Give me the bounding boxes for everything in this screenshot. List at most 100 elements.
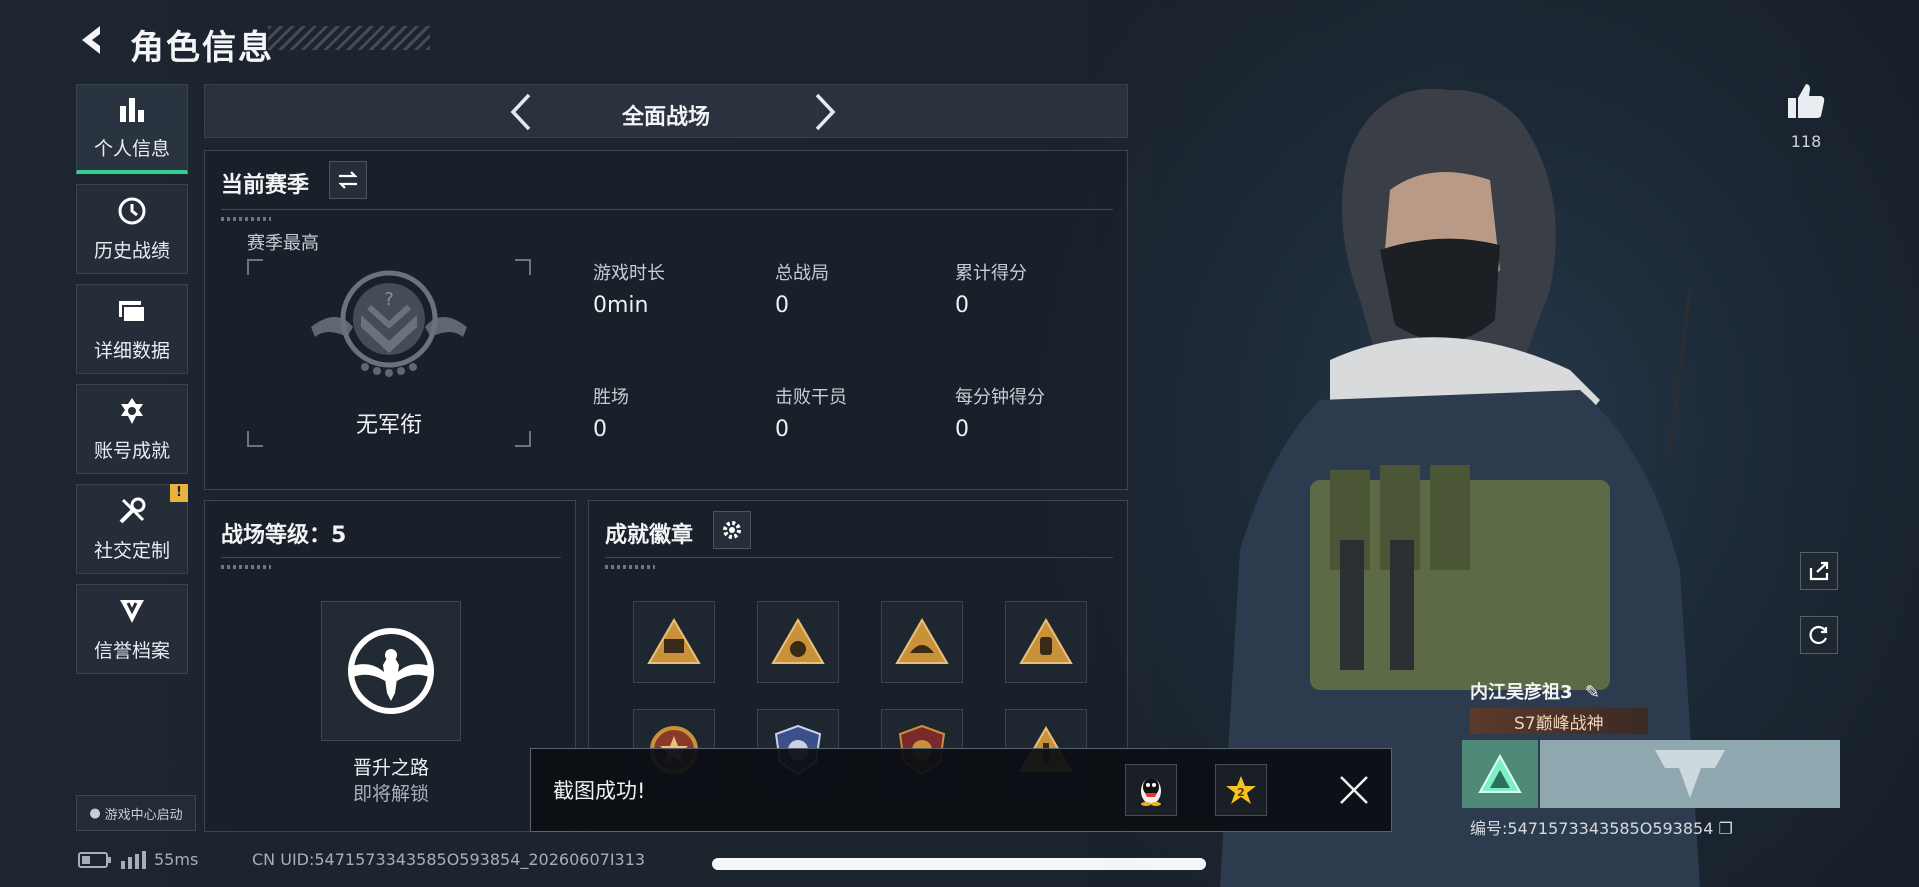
team-emblem-icon [1655,750,1725,798]
stat-value: 0 [955,417,969,442]
divider-dots [221,565,271,569]
rank-frame: ? 无军衔 [247,259,531,447]
achievement-badge[interactable] [633,601,715,683]
thumbs-up-icon[interactable] [1785,80,1827,122]
sidebar-item-social-custom[interactable]: ! 社交定制 [76,484,188,574]
mode-title: 全面战场 [621,105,710,130]
gear-icon [723,521,741,539]
player-title-text: S7巅峰战神 [1514,713,1604,734]
ping-value: 55ms [154,850,199,869]
promotion-path-card[interactable] [321,601,461,741]
game-center-label: 游戏中心启动 [104,807,183,823]
stat-value: 0 [775,417,789,442]
share-profile-button[interactable] [1800,552,1838,590]
sidebar-item-credit-record[interactable]: 信誉档案 [76,584,188,674]
close-icon[interactable] [1337,773,1371,807]
sidebar-item-label: 详细数据 [93,339,170,362]
promotion-path-status: 即将解锁 [352,783,429,805]
rank-emblem-icon: ? [311,270,467,377]
svg-text:2: 2 [1237,786,1245,799]
player-name[interactable]: 内江吴彦祖3 ✎ [1470,678,1600,704]
sidebar-item-label: 历史战绩 [93,239,170,262]
share-icon [1809,561,1829,581]
divider [605,557,1113,558]
stat-value: 0 [593,417,607,442]
eagle-emblem-icon [348,628,434,714]
player-title-tag: S7巅峰战神 [1470,708,1648,734]
like-count: 118 [1790,132,1822,151]
promotion-path-title: 晋升之路 [352,757,429,779]
sidebar-item-match-history[interactable]: 历史战绩 [76,184,188,274]
stat-value: 0 [955,293,969,318]
tools-icon [116,496,148,526]
swap-season-button[interactable] [329,161,367,199]
divider [221,209,1113,210]
share-qzone-button[interactable]: 2 [1215,764,1267,816]
rank-name: 无军衔 [355,413,422,438]
stat-label: 击败干员 [775,387,847,408]
player-id-text: 编号:5471573343585O593854 [1470,819,1714,838]
stat-value: 0 [775,293,789,318]
divider [221,557,561,558]
triangle-rank-icon [1478,753,1522,793]
achievement-icon [116,396,148,426]
folder-icon [116,296,148,326]
divider-dots [221,217,271,221]
home-indicator[interactable] [712,858,1206,870]
season-panel: 当前赛季 赛季最高 ? 无军衔 游戏时长 0min 总战局 0 累计得分 0 胜… [204,150,1128,490]
mode-selector: 全面战场 [204,84,1128,138]
sidebar-item-label: 社交定制 [93,539,170,562]
rank-card[interactable] [1540,740,1840,808]
achievement-badge[interactable] [1005,601,1087,683]
stat-label: 胜场 [593,387,629,408]
device-status: 55ms [78,850,198,869]
stat-label: 累计得分 [955,263,1027,284]
signal-bars-icon [121,850,146,869]
badges-title: 成就徽章 [605,523,694,548]
player-name-text: 内江吴彦祖3 [1470,682,1573,703]
ghost-icon: ● [89,805,101,821]
level-panel: 战场等级：5 晋升之路 即将解锁 [204,500,576,832]
divider-dots [605,565,655,569]
warning-badge: ! [170,484,188,502]
level-title: 战场等级：5 [221,523,347,548]
triangle-badge-icon [771,618,825,664]
uid-text: CN UID:5471573343585O593854_20260607I313 [252,850,646,869]
stat-label: 每分钟得分 [955,387,1045,408]
sidebar-item-personal-info[interactable]: 个人信息 [76,84,188,174]
triangle-badge-icon [895,618,949,664]
battery-icon [78,851,111,868]
clock-icon [116,196,148,226]
refresh-icon [1809,625,1828,645]
page-title: 角色信息 [130,28,274,68]
screenshot-toast: 截图成功! 2 [530,748,1392,832]
stat-label: 游戏时长 [593,263,665,284]
season-best-label: 赛季最高 [247,233,319,254]
back-arrow-icon[interactable] [72,20,112,60]
swap-icon [338,171,358,189]
achievement-badge[interactable] [881,601,963,683]
sidebar-item-label: 账号成就 [93,439,170,462]
stat-value: 0min [593,293,649,318]
title-decoration [268,26,430,50]
sidebar-item-label: 信誉档案 [93,639,170,662]
rank-badge[interactable] [1462,740,1538,808]
achievement-badge[interactable] [757,601,839,683]
copy-icon[interactable]: ❐ [1719,819,1733,838]
sidebar-item-detailed-data[interactable]: 详细数据 [76,284,188,374]
share-qq-button[interactable] [1125,764,1177,816]
sidebar-item-achievements[interactable]: 账号成就 [76,384,188,474]
svg-text:?: ? [384,289,394,310]
edit-icon[interactable]: ✎ [1585,682,1600,703]
rotate-model-button[interactable] [1800,616,1838,654]
triangle-badge-icon [647,618,701,664]
season-title: 当前赛季 [221,173,310,198]
badge-settings-button[interactable] [713,511,751,549]
qzone-star-icon: 2 [1226,776,1256,804]
triangle-badge-icon [1019,618,1073,664]
chevron-right-icon[interactable] [805,91,845,133]
credit-icon [116,596,148,626]
game-center-button[interactable]: ● 游戏中心启动 [76,795,196,831]
sidebar-item-label: 个人信息 [93,138,170,160]
bar-chart-icon [116,94,148,124]
